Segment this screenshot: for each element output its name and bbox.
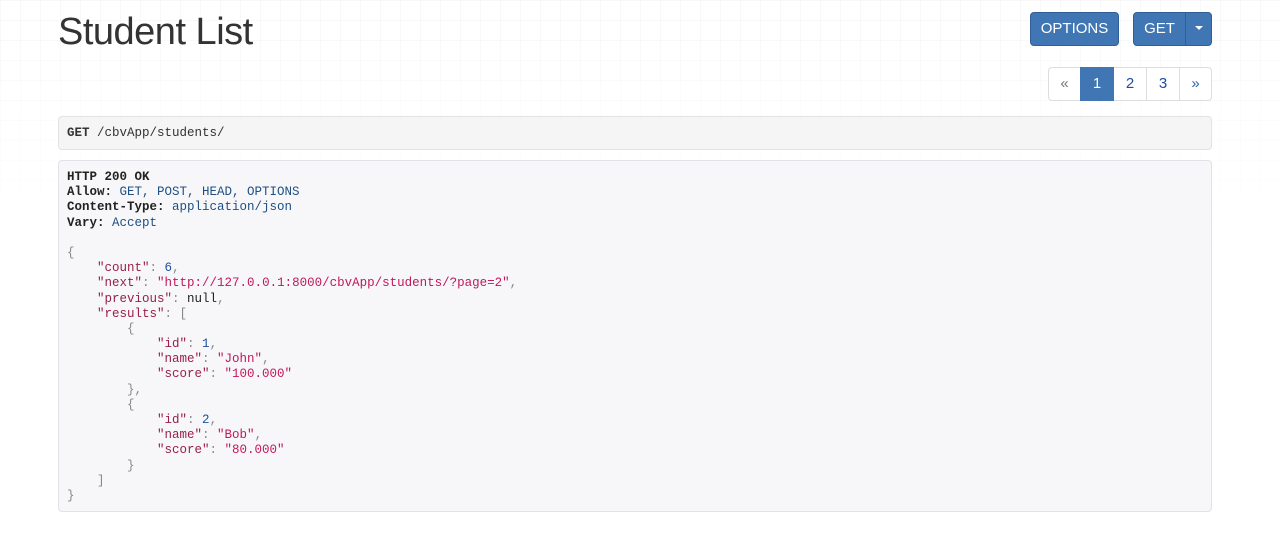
json-value-previous: null <box>187 291 218 306</box>
json-close-brace: } <box>67 488 75 503</box>
json-value-name: "John" <box>217 352 263 367</box>
header-vary-value: Accept <box>104 215 158 230</box>
options-button[interactable]: OPTIONS <box>1030 12 1119 46</box>
pagination-page-1[interactable]: 1 <box>1080 67 1114 101</box>
get-button-group: GET <box>1133 12 1212 46</box>
json-value-next: "http://127.0.0.1:8000/cbvApp/students/?… <box>157 276 510 291</box>
json-key-results: "results" <box>97 306 165 321</box>
request-path: /cbvApp/students/ <box>89 126 225 140</box>
pagination: « 1 2 3 » <box>1048 67 1212 101</box>
json-value-id: 1 <box>202 337 210 352</box>
page-title: Student List <box>58 11 253 53</box>
json-open-brace: { <box>67 245 75 260</box>
json-key-id: "id" <box>157 337 188 352</box>
json-value-id: 2 <box>202 413 210 427</box>
json-value-name: "Bob" <box>217 428 255 443</box>
pagination-next[interactable]: » <box>1179 67 1212 101</box>
caret-down-icon <box>1194 26 1203 31</box>
json-key-name: "name" <box>157 428 203 443</box>
json-object-open: { <box>127 321 135 336</box>
json-value-score: "80.000" <box>224 443 285 458</box>
header-vary-key: Vary: <box>67 215 105 230</box>
json-key-id: "id" <box>157 413 188 427</box>
json-key-name: "name" <box>157 352 203 367</box>
json-key-previous: "previous" <box>97 291 173 306</box>
pagination-previous[interactable]: « <box>1048 67 1081 101</box>
json-object-close: } <box>127 458 135 473</box>
json-key-next: "next" <box>97 276 143 291</box>
pagination-page-2[interactable]: 2 <box>1113 67 1147 101</box>
get-format-dropdown-toggle[interactable] <box>1185 12 1212 46</box>
json-key-count: "count" <box>97 261 150 276</box>
get-button[interactable]: GET <box>1133 12 1186 46</box>
json-object-close: }, <box>127 382 143 397</box>
response-status: HTTP 200 OK <box>67 170 150 184</box>
header-allow-value: GET, POST, HEAD, OPTIONS <box>112 185 300 200</box>
response-content: HTTP 200 OK Allow: GET, POST, HEAD, OPTI… <box>58 160 1212 512</box>
header-content-type-value: application/json <box>164 200 293 215</box>
header-content-type-key: Content-Type: <box>67 200 165 215</box>
json-value-count: 6 <box>164 261 173 276</box>
json-key-score: "score" <box>157 367 210 382</box>
header-allow-key: Allow: <box>67 185 113 200</box>
request-info: GET /cbvApp/students/ <box>58 116 1212 150</box>
request-method: GET <box>67 126 90 140</box>
json-results-open: [ <box>179 306 188 321</box>
pagination-page-3[interactable]: 3 <box>1146 67 1180 101</box>
json-key-score: "score" <box>157 443 210 458</box>
json-results-close: ] <box>97 473 105 488</box>
json-object-open: { <box>127 397 135 412</box>
json-value-score: "100.000" <box>224 367 293 382</box>
